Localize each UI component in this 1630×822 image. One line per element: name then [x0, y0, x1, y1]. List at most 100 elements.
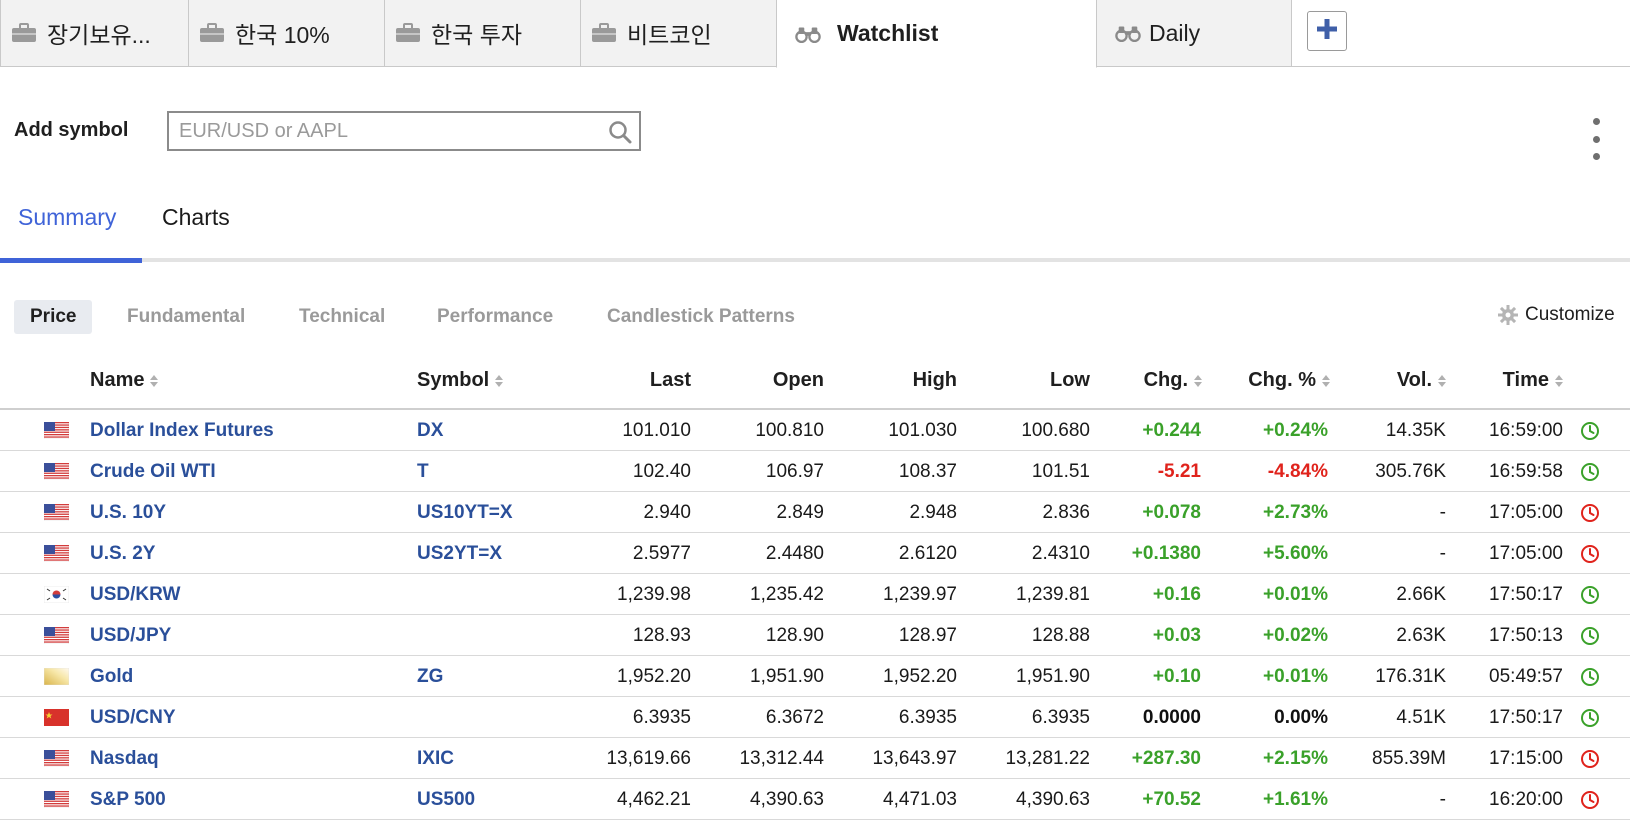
country-flag-icon: [43, 626, 70, 645]
tab-portfolio-3[interactable]: 비트코인: [580, 0, 777, 67]
country-flag-icon: [43, 749, 70, 768]
low-price: 4,390.63: [1016, 789, 1090, 810]
add-watchlist-button[interactable]: [1307, 11, 1347, 51]
search-icon[interactable]: [607, 119, 633, 150]
table-row[interactable]: Nasdaq IXIC 13,619.66 13,312.44 13,643.9…: [0, 738, 1630, 779]
table-row[interactable]: USD/JPY 128.93 128.90 128.97 128.88 +0.0…: [0, 615, 1630, 656]
instrument-name-link[interactable]: Crude Oil WTI: [90, 461, 216, 483]
change-value: +70.52: [1142, 789, 1201, 810]
change-percent: +0.24%: [1263, 420, 1328, 441]
col-chg-header[interactable]: Chg.: [1110, 369, 1202, 392]
volume: 14.35K: [1385, 420, 1446, 441]
change-percent: +0.01%: [1263, 666, 1328, 687]
table-row[interactable]: U.S. 10Y US10YT=X 2.940 2.849 2.948 2.83…: [0, 492, 1630, 533]
col-high-header[interactable]: High: [845, 369, 957, 392]
country-flag-icon: [43, 503, 70, 522]
col-symbol-header[interactable]: Symbol: [417, 369, 504, 392]
instrument-name-link[interactable]: S&P 500: [90, 789, 166, 811]
add-symbol-input[interactable]: [169, 113, 589, 149]
col-chg-pct-header[interactable]: Chg. %: [1220, 369, 1330, 392]
market-status-clock-icon: [1580, 708, 1600, 728]
tab-daily[interactable]: Daily: [1096, 0, 1292, 67]
tab-label: 한국 10%: [235, 22, 330, 48]
active-tab-indicator: [0, 258, 142, 263]
table-row[interactable]: USD/KRW 1,239.98 1,235.42 1,239.97 1,239…: [0, 574, 1630, 615]
filter-fundamental[interactable]: Fundamental: [111, 300, 261, 334]
customize-button[interactable]: Customize: [1497, 304, 1615, 326]
instrument-name-link[interactable]: U.S. 2Y: [90, 543, 155, 565]
instrument-name-link[interactable]: Dollar Index Futures: [90, 420, 274, 442]
tab-portfolio-2[interactable]: 한국 투자: [384, 0, 581, 67]
col-vol-header[interactable]: Vol.: [1360, 369, 1446, 392]
col-name-header[interactable]: Name: [90, 369, 159, 392]
col-low-header[interactable]: Low: [978, 369, 1090, 392]
tab-portfolio-1[interactable]: 한국 10%: [188, 0, 385, 67]
high-price: 108.37: [898, 461, 957, 482]
col-time-header[interactable]: Time: [1470, 369, 1563, 392]
filter-performance[interactable]: Performance: [421, 300, 569, 334]
change-percent: +0.02%: [1263, 625, 1328, 646]
plus-icon: [1315, 17, 1339, 46]
col-open-header[interactable]: Open: [712, 369, 824, 392]
table-row[interactable]: Dollar Index Futures DX 101.010 100.810 …: [0, 410, 1630, 451]
table-row[interactable]: S&P 500 US500 4,462.21 4,390.63 4,471.03…: [0, 779, 1630, 820]
change-value: -5.21: [1157, 461, 1201, 482]
instrument-symbol-link[interactable]: IXIC: [417, 748, 454, 770]
add-symbol-label: Add symbol: [14, 119, 129, 141]
high-price: 101.030: [888, 420, 957, 441]
instrument-symbol-link[interactable]: US10YT=X: [417, 502, 513, 524]
tab-charts[interactable]: Charts: [162, 204, 230, 231]
high-price: 1,239.97: [883, 584, 957, 605]
table-row[interactable]: Crude Oil WTI T 102.40 106.97 108.37 101…: [0, 451, 1630, 492]
instrument-name-link[interactable]: Gold: [90, 666, 133, 688]
instrument-symbol-link[interactable]: DX: [417, 420, 443, 442]
volume: -: [1439, 502, 1446, 523]
tab-summary[interactable]: Summary: [18, 204, 116, 231]
change-value: +287.30: [1131, 748, 1201, 769]
low-price: 2.836: [1042, 502, 1090, 523]
filter-price[interactable]: Price: [14, 300, 93, 334]
change-percent: +2.15%: [1263, 748, 1328, 769]
low-price: 1,951.90: [1016, 666, 1090, 687]
briefcase-icon: [591, 23, 617, 43]
table-row[interactable]: U.S. 2Y US2YT=X 2.5977 2.4480 2.6120 2.4…: [0, 533, 1630, 574]
instrument-name-link[interactable]: USD/KRW: [90, 584, 180, 606]
open-price: 13,312.44: [739, 748, 824, 769]
instrument-name-link[interactable]: USD/JPY: [90, 625, 171, 647]
instrument-symbol-link[interactable]: US2YT=X: [417, 543, 502, 565]
instrument-symbol-link[interactable]: US500: [417, 789, 475, 811]
tab-portfolio-0[interactable]: 장기보유...: [0, 0, 189, 67]
table-row[interactable]: USD/CNY 6.3935 6.3672 6.3935 6.3935 0.00…: [0, 697, 1630, 738]
open-price: 100.810: [755, 420, 824, 441]
instrument-symbol-link[interactable]: ZG: [417, 666, 443, 688]
view-tabs-divider: [0, 258, 1630, 262]
instrument-name-link[interactable]: Nasdaq: [90, 748, 159, 770]
low-price: 6.3935: [1031, 707, 1090, 728]
instrument-name-link[interactable]: U.S. 10Y: [90, 502, 166, 524]
market-status-clock-icon: [1580, 749, 1600, 769]
last-update-time: 17:05:00: [1489, 543, 1563, 564]
filter-technical[interactable]: Technical: [283, 300, 401, 334]
change-percent: -4.84%: [1267, 461, 1328, 482]
instrument-name-link[interactable]: USD/CNY: [90, 707, 176, 729]
low-price: 100.680: [1021, 420, 1090, 441]
more-options-icon[interactable]: [1588, 118, 1604, 160]
high-price: 13,643.97: [872, 748, 957, 769]
briefcase-icon: [395, 23, 421, 43]
change-percent: +2.73%: [1263, 502, 1328, 523]
col-time-label: Time: [1502, 369, 1549, 391]
sort-icon: [150, 374, 159, 387]
tab-label: 장기보유...: [47, 22, 151, 48]
tab-watchlist[interactable]: Watchlist: [776, 0, 1097, 68]
col-last-header[interactable]: Last: [580, 369, 691, 392]
market-status-clock-icon: [1580, 667, 1600, 687]
country-flag-icon: [43, 790, 70, 809]
last-update-time: 16:59:58: [1489, 461, 1563, 482]
tab-label: 한국 투자: [431, 22, 523, 48]
instrument-symbol-link[interactable]: T: [417, 461, 429, 483]
open-price: 1,951.90: [750, 666, 824, 687]
open-price: 1,235.42: [750, 584, 824, 605]
filter-candlestick-patterns[interactable]: Candlestick Patterns: [591, 300, 811, 334]
sort-icon: [495, 374, 504, 387]
table-row[interactable]: Gold ZG 1,952.20 1,951.90 1,952.20 1,951…: [0, 656, 1630, 697]
